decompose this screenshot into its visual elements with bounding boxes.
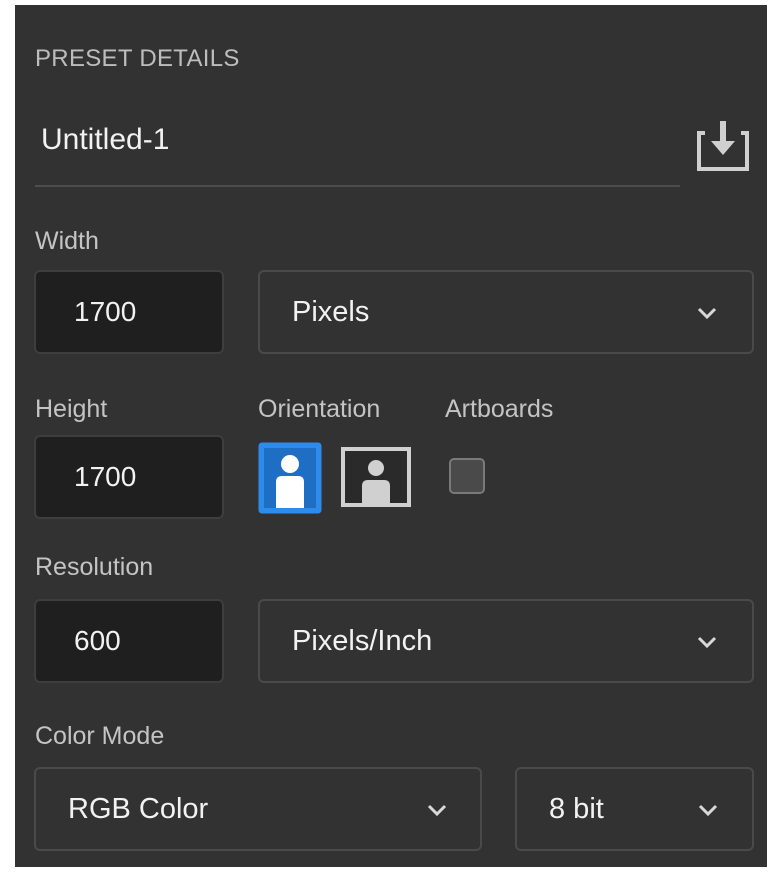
color-mode-label: Color Mode (35, 722, 165, 750)
color-mode-dropdown[interactable]: RGB Color (34, 767, 482, 851)
save-preset-button[interactable] (691, 113, 755, 177)
orientation-landscape-button[interactable] (340, 446, 412, 508)
resolution-input[interactable]: 600 (34, 599, 224, 683)
height-input[interactable]: 1700 (34, 435, 224, 519)
bit-depth-dropdown[interactable]: 8 bit (515, 767, 754, 851)
height-label: Height (35, 395, 108, 423)
orientation-portrait-button[interactable] (258, 442, 322, 514)
width-label: Width (35, 227, 99, 255)
save-preset-icon (697, 121, 749, 171)
portrait-orientation-icon (258, 442, 322, 514)
preset-name-underline (35, 185, 680, 187)
width-input[interactable]: 1700 (34, 270, 224, 354)
chevron-down-icon (427, 804, 447, 817)
orientation-label: Orientation (258, 395, 381, 423)
width-unit-dropdown[interactable]: Pixels (258, 270, 754, 354)
color-mode-value: RGB Color (68, 793, 209, 825)
landscape-orientation-icon (341, 447, 411, 507)
resolution-label: Resolution (35, 553, 154, 581)
bit-depth-value: 8 bit (549, 793, 604, 825)
preset-details-panel: PRESET DETAILS Untitled-1 Width 1700 Pix… (15, 5, 767, 867)
artboards-label: Artboards (445, 395, 554, 423)
preset-name-field[interactable]: Untitled-1 (41, 123, 169, 157)
chevron-down-icon (697, 307, 717, 320)
chevron-down-icon (697, 636, 717, 649)
artboards-checkbox[interactable] (449, 458, 485, 494)
width-unit-value: Pixels (292, 296, 370, 328)
section-title: PRESET DETAILS (35, 45, 240, 72)
chevron-down-icon (698, 804, 718, 817)
resolution-unit-dropdown[interactable]: Pixels/Inch (258, 599, 754, 683)
resolution-unit-value: Pixels/Inch (292, 625, 433, 657)
